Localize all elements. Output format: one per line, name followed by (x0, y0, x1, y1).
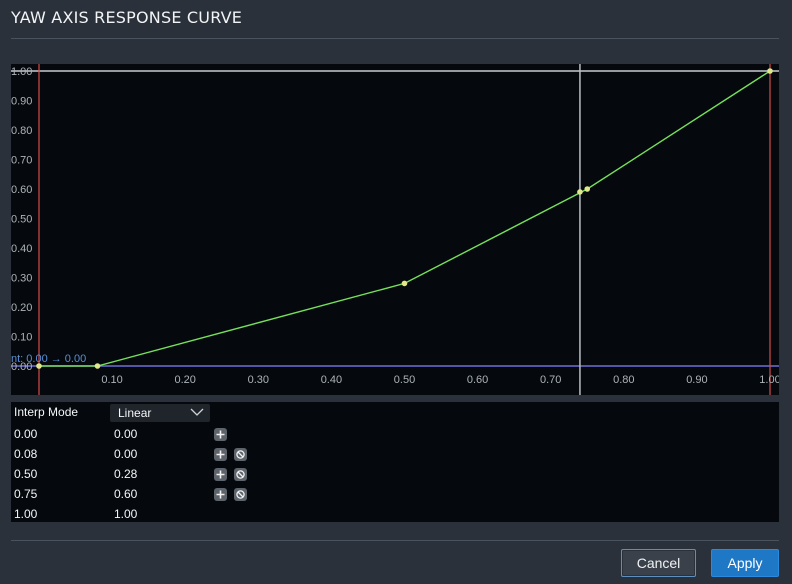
table-row: 0.00 0.00 (11, 425, 779, 445)
curve-points-table: Interp Mode Linear 0.00 0.00 0.08 0.00 0.50 0… (11, 402, 779, 522)
y-tick-label: 0.50 (11, 214, 32, 226)
point-output-value[interactable]: 0.60 (114, 487, 137, 501)
add-point-icon[interactable] (214, 428, 227, 441)
remove-point-icon[interactable] (234, 488, 247, 501)
table-row: 0.50 0.28 (11, 465, 779, 485)
remove-point-icon[interactable] (234, 468, 247, 481)
add-point-icon[interactable] (214, 448, 227, 461)
x-tick-label: 1.00 (759, 374, 779, 386)
curve-point-handle[interactable] (401, 280, 408, 287)
x-tick-label: 0.70 (540, 374, 561, 386)
apply-button[interactable]: Apply (711, 549, 779, 577)
table-row: 1.00 1.00 (11, 505, 779, 525)
x-tick-label: 0.10 (101, 374, 122, 386)
y-tick-label: 0.10 (11, 332, 32, 344)
y-tick-label: 0.20 (11, 302, 32, 314)
point-output-value[interactable]: 0.28 (114, 467, 137, 481)
y-tick-label: 0.70 (11, 155, 32, 167)
add-point-icon[interactable] (214, 468, 227, 481)
y-tick-label: 0.30 (11, 273, 32, 285)
add-point-icon[interactable] (214, 488, 227, 501)
interp-mode-dropdown[interactable]: Linear (110, 404, 210, 422)
x-tick-label: 0.40 (321, 374, 342, 386)
curve-point-handle[interactable] (584, 186, 591, 192)
y-tick-label: 0.90 (11, 96, 32, 108)
response-curve-line (39, 70, 771, 367)
x-tick-label: 0.50 (394, 374, 415, 386)
table-row: 0.08 0.00 (11, 445, 779, 465)
remove-point-icon[interactable] (234, 448, 247, 461)
point-output-value[interactable]: 0.00 (114, 427, 137, 441)
curve-point-handle[interactable] (767, 68, 773, 74)
point-input-value[interactable]: 0.00 (14, 427, 37, 441)
footer-divider (11, 540, 779, 541)
y-tick-label: 0.80 (11, 125, 32, 137)
curve-point-handle[interactable] (94, 363, 101, 369)
y-tick-label: 1.00 (11, 66, 32, 78)
response-curve-chart[interactable]: 1.00 0.90 0.80 0.70 0.60 0.50 0.40 0.30 0.20 0.10… (11, 64, 779, 395)
response-curve-svg[interactable]: 1.00 0.90 0.80 0.70 0.60 0.50 0.40 0.30 0.20 0.10… (11, 64, 779, 395)
x-tick-label: 0.80 (613, 374, 634, 386)
point-input-value[interactable]: 0.50 (14, 467, 37, 481)
y-tick-label: 0.60 (11, 184, 32, 196)
x-tick-label: 0.30 (248, 374, 269, 386)
interp-mode-label: Interp Mode (14, 405, 79, 419)
window-title: YAW AXIS RESPONSE CURVE (11, 8, 243, 27)
deadzone-label: nt: 0.00 → 0.00 (11, 353, 86, 365)
cursor-point-marker (577, 189, 583, 195)
x-tick-label: 0.90 (686, 374, 707, 386)
point-output-value[interactable]: 1.00 (114, 507, 137, 521)
cancel-button[interactable]: Cancel (621, 549, 696, 577)
interp-mode-value: Linear (118, 406, 152, 420)
point-output-value[interactable]: 0.00 (114, 447, 137, 461)
point-input-value[interactable]: 0.75 (14, 487, 37, 501)
table-row: 0.75 0.60 (11, 485, 779, 505)
x-tick-label: 0.60 (467, 374, 488, 386)
chevron-down-icon (190, 408, 204, 416)
title-divider (11, 38, 779, 39)
x-tick-label: 0.20 (174, 374, 195, 386)
y-tick-label: 0.40 (11, 243, 32, 255)
point-input-value[interactable]: 0.08 (14, 447, 37, 461)
point-input-value[interactable]: 1.00 (14, 507, 37, 521)
